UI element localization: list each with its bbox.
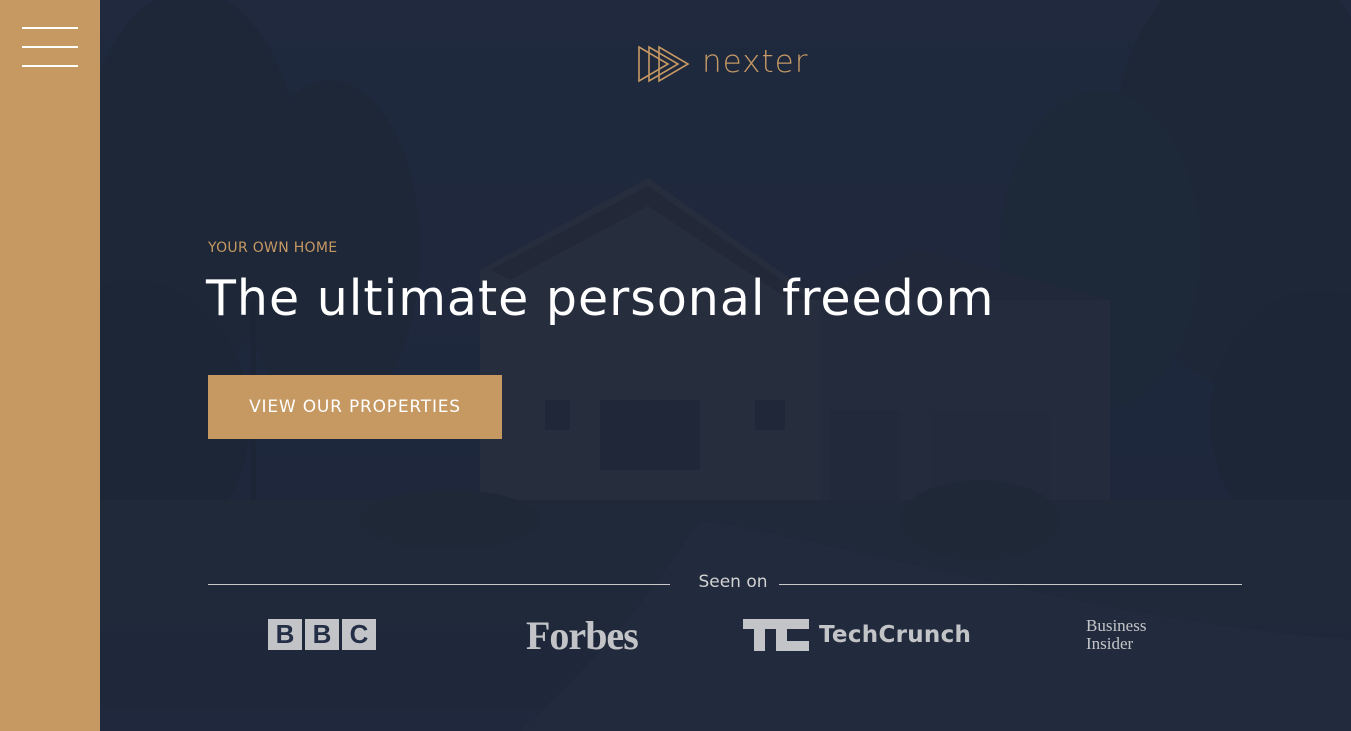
techcrunch-tc-icon (743, 619, 809, 651)
bbc-letter: B (268, 619, 302, 650)
techcrunch-logo: TechCrunch (743, 619, 971, 651)
seen-on-label: Seen on (698, 572, 768, 592)
business-insider-logo: Business Insider (1086, 617, 1146, 653)
business-insider-line-2: Insider (1086, 634, 1134, 653)
forbes-logo: Forbes (526, 613, 639, 658)
play-triangles-logo-icon (638, 45, 690, 83)
seen-on-divider: Seen on (208, 572, 1242, 596)
view-properties-button[interactable]: VIEW OUR PROPERTIES (208, 375, 502, 439)
techcrunch-wordmark: TechCrunch (819, 622, 972, 648)
hamburger-menu-icon[interactable] (22, 27, 78, 67)
business-insider-line-1: Business (1086, 616, 1147, 635)
seen-on-line-right (779, 584, 1242, 585)
bbc-letter: B (305, 619, 339, 650)
logo-text: nexter (702, 44, 809, 80)
sidebar (0, 0, 100, 731)
hero-section: nexter YOUR OWN HOME The ultimate person… (100, 0, 1351, 731)
page: nexter YOUR OWN HOME The ultimate person… (0, 0, 1351, 731)
hero-title: The ultimate personal freedom (206, 270, 995, 327)
bbc-logo: B B C (268, 619, 376, 650)
nexter-logo[interactable]: nexter (638, 42, 809, 86)
hero-subtitle: YOUR OWN HOME (208, 240, 338, 256)
bbc-letter: C (342, 619, 376, 650)
seen-on-line-left (208, 584, 670, 585)
